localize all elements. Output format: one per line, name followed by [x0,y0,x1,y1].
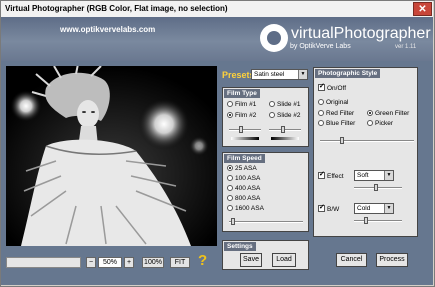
checkbox-icon [318,204,325,212]
logo-text: virtualPhotographer [291,25,431,42]
presets-dropdown[interactable]: Satin steel ▼ [251,69,308,80]
film-type-option[interactable]: Slide #1 [269,101,301,109]
checkbox-icon [318,83,325,91]
style-option[interactable]: Red Filter [318,110,354,118]
onoff-checkbox[interactable]: On/Off [318,83,346,93]
radio-icon [227,112,233,118]
bw-dropdown[interactable]: Cold ▼ [354,203,394,214]
version-label: ver 1.11 [395,44,417,50]
radio-icon [367,110,373,116]
checkbox-icon [318,171,325,179]
presets-label: Presets [222,70,255,80]
radio-icon [227,205,233,211]
title-bar: Virtual Photographer (RGB Color, Flat im… [1,1,433,17]
zoom-value: 50% [98,257,122,268]
slider-handle[interactable] [239,126,243,133]
zoom-100-button[interactable]: 100% [142,257,164,268]
window-title: Virtual Photographer (RGB Color, Flat im… [5,4,228,13]
website-link[interactable]: www.optikvervelabs.com [60,25,155,34]
film-speed-title: Film Speed [224,154,265,163]
zoom-out-button[interactable]: − [86,257,96,268]
settings-panel: Settings Save Load [222,240,309,270]
film-speed-panel: Film Speed 25 ASA 100 ASA 400 ASA 800 AS… [222,152,309,232]
slider-handle[interactable] [231,218,235,225]
close-button[interactable]: ✕ [413,2,432,16]
photo-preview-image [6,66,217,246]
film-speed-option[interactable]: 800 ASA [227,195,260,203]
settings-title: Settings [224,242,256,251]
style-option[interactable]: Green Filter [367,110,409,118]
style-option[interactable]: Original [318,99,348,107]
style-option[interactable]: Picker [367,120,393,128]
progress-bar [6,257,81,268]
film-speed-option[interactable]: 25 ASA [227,165,257,173]
radio-icon [227,165,233,171]
effect-slider[interactable] [354,187,402,189]
bw-slider[interactable] [354,220,402,222]
radio-icon [227,101,233,107]
bw-checkbox[interactable]: B/W [318,204,339,214]
photographic-style-title: Photographic Style [315,69,381,78]
zoom-fit-button[interactable]: FIT [170,257,190,268]
radio-icon [269,101,275,107]
film-type-option[interactable]: Film #2 [227,112,256,120]
slider-handle[interactable] [281,126,285,133]
process-button[interactable]: Process [376,253,408,267]
slider-handle[interactable] [374,184,378,191]
presets-value: Satin steel [254,71,285,78]
effect-value: Soft [357,172,369,179]
help-icon[interactable]: ? [198,252,207,269]
cancel-button[interactable]: Cancel [336,253,367,267]
effect-checkbox[interactable]: Effect [318,171,344,181]
zoom-in-button[interactable]: + [124,257,134,268]
style-slider[interactable] [320,140,414,142]
photographic-style-panel: Photographic Style On/Off Original Red F… [313,67,418,237]
chevron-down-icon: ▼ [384,204,393,213]
chevron-down-icon: ▼ [384,171,393,180]
radio-icon [318,110,324,116]
chevron-down-icon: ▼ [298,70,307,79]
style-option[interactable]: Blue Filter [318,120,355,128]
logo-icon-inner [267,31,281,45]
gradient-preview [231,137,259,140]
radio-icon [227,175,233,181]
film-speed-option[interactable]: 1600 ASA [227,205,264,213]
radio-icon [227,185,233,191]
film-type-slider-left[interactable] [229,129,261,131]
film-type-option[interactable]: Film #1 [227,101,256,109]
film-speed-option[interactable]: 400 ASA [227,185,260,193]
radio-icon [318,99,324,105]
film-type-panel: Film Type Film #1 Slide #1 Film #2 Slide… [222,87,309,147]
film-speed-slider[interactable] [229,221,303,223]
load-button[interactable]: Load [272,253,296,267]
film-type-slider-right[interactable] [269,129,301,131]
film-type-title: Film Type [224,89,260,98]
film-speed-option[interactable]: 100 ASA [227,175,260,183]
logo-subtitle: by OptikVerve Labs [290,43,351,50]
save-button[interactable]: Save [240,253,262,267]
gradient-preview [271,137,299,140]
slider-handle[interactable] [340,137,344,144]
bw-value: Cold [357,205,371,212]
slider-handle[interactable] [364,217,368,224]
film-type-option[interactable]: Slide #2 [269,112,301,120]
radio-icon [227,195,233,201]
radio-icon [318,120,324,126]
effect-dropdown[interactable]: Soft ▼ [354,170,394,181]
radio-icon [367,120,373,126]
photo-preview[interactable] [6,66,217,246]
radio-icon [269,112,275,118]
